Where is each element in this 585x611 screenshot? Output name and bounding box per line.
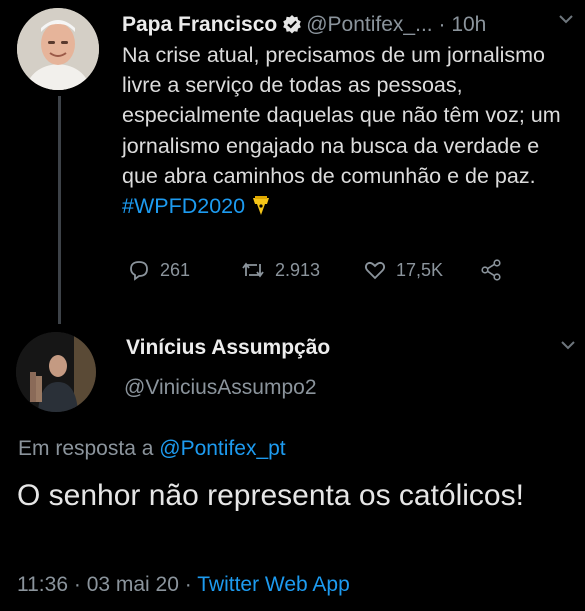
retweet-count: 2.913 <box>275 259 321 280</box>
reply-handle-link[interactable]: @Pontifex_pt <box>159 437 285 460</box>
avatar-papa-francisco[interactable] <box>17 8 99 90</box>
thread-connector-line <box>58 96 61 324</box>
meta-separator-1: · <box>73 573 81 596</box>
tweet1-action-bar: 261 2.913 17,5K <box>127 256 527 284</box>
tweet2-handle[interactable]: @ViniciusAssumpo2 <box>124 376 317 400</box>
reply-prefix: Em resposta a <box>18 437 154 460</box>
retweet-icon <box>242 262 264 278</box>
tweet1-body-text: Na crise atual, precisamos de um jornali… <box>122 43 561 188</box>
reply-count: 261 <box>160 259 191 280</box>
meta-separator-2: · <box>184 573 192 596</box>
tweet2-date[interactable]: 03 mai 20 <box>87 573 179 596</box>
like-button[interactable]: 17,5K <box>363 256 443 284</box>
tweet2-text: O senhor não representa os católicos! <box>17 479 524 512</box>
tweet1-text: Na crise atual, precisamos de um jornali… <box>122 40 577 221</box>
share-button[interactable] <box>479 256 503 284</box>
tweet1-author-name[interactable]: Papa Francisco <box>122 13 277 36</box>
tweet1-separator: · <box>438 13 446 36</box>
reply-button[interactable]: 261 <box>127 256 190 284</box>
hashtag-link[interactable]: #WPFD2020 <box>122 194 245 218</box>
tweet2-source-link[interactable]: Twitter Web App <box>197 573 350 596</box>
pen-emoji-icon <box>251 194 271 218</box>
tweet1-time[interactable]: 10h <box>451 13 486 36</box>
reply-icon <box>130 261 148 281</box>
tweet2-meta: 11:36 · 03 mai 20 · Twitter Web App <box>17 573 350 597</box>
reply-context: Em resposta a @Pontifex_pt <box>18 437 286 461</box>
tweet1-handle[interactable]: @Pontifex_... <box>306 13 432 36</box>
avatar-pope-image <box>17 8 99 90</box>
tweet2-time[interactable]: 11:36 <box>17 573 68 596</box>
retweet-button[interactable]: 2.913 <box>240 256 320 284</box>
share-icon <box>481 259 501 281</box>
avatar-person-image <box>16 332 96 412</box>
tweet2-more-chevron-icon[interactable] <box>559 336 577 359</box>
verified-badge-icon <box>282 13 302 43</box>
avatar-vinicius[interactable] <box>16 332 96 412</box>
tweet1-header: Papa Francisco @Pontifex_... · 10h <box>122 10 577 40</box>
heart-icon <box>364 261 386 280</box>
tweet1-more-chevron-icon[interactable] <box>557 10 575 33</box>
like-count: 17,5K <box>396 259 444 280</box>
tweet2-author-name[interactable]: Vinícius Assumpção <box>126 336 330 360</box>
